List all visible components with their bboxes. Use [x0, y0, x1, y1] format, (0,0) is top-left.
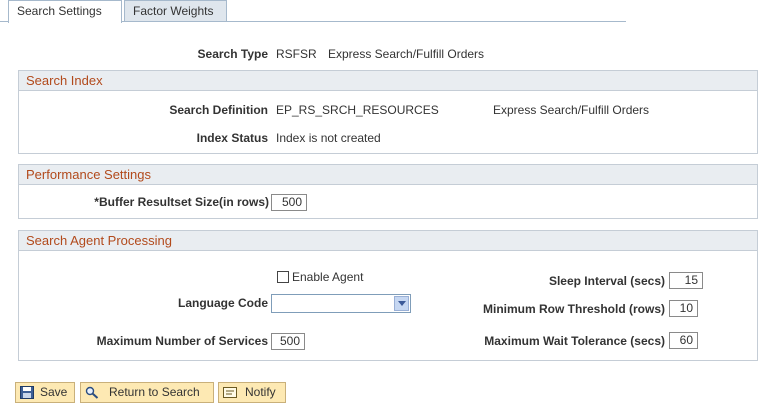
tab-factor-weights[interactable]: Factor Weights: [124, 0, 227, 22]
tab-search-settings[interactable]: Search Settings: [8, 0, 122, 23]
search-index-header: Search Index: [19, 71, 757, 91]
tab-underline-left: [0, 21, 8, 22]
tab-underline: [122, 21, 626, 22]
max-services-input[interactable]: 500: [271, 333, 305, 350]
enable-agent-checkbox[interactable]: [277, 271, 289, 283]
sleep-interval-input[interactable]: 15: [669, 272, 703, 289]
sleep-interval-label: Sleep Interval (secs): [548, 274, 665, 288]
performance-settings-group: Performance Settings: [18, 164, 758, 219]
search-type-code: RSFSR: [276, 47, 317, 61]
min-row-threshold-label: Minimum Row Threshold (rows): [483, 302, 665, 316]
return-to-search-label: Return to Search: [109, 385, 200, 399]
max-wait-tolerance-label: Maximum Wait Tolerance (secs): [484, 334, 665, 348]
index-status-value: Index is not created: [276, 131, 381, 145]
max-services-label: Maximum Number of Services: [96, 334, 268, 348]
max-wait-tolerance-input[interactable]: 60: [669, 332, 698, 349]
language-code-select[interactable]: [271, 294, 411, 313]
buffer-resultset-input[interactable]: 500: [271, 194, 307, 211]
language-code-label: Language Code: [177, 296, 268, 310]
return-to-search-button[interactable]: Return to Search: [80, 382, 214, 403]
performance-settings-header: Performance Settings: [19, 165, 757, 185]
search-type-label: Search Type: [197, 47, 268, 61]
index-status-label: Index Status: [196, 131, 268, 145]
save-button[interactable]: Save: [15, 382, 75, 403]
search-definition-description: Express Search/Fulfill Orders: [493, 103, 650, 117]
search-agent-header: Search Agent Processing: [19, 231, 757, 251]
notify-button[interactable]: Notify: [218, 382, 286, 403]
save-button-label: Save: [40, 385, 68, 399]
search-type-description: Express Search/Fulfill Orders: [328, 47, 485, 61]
tab-factor-weights-label: Factor Weights: [133, 4, 214, 18]
save-icon: [20, 386, 34, 399]
tab-search-settings-label: Search Settings: [17, 4, 102, 18]
enable-agent-label: Enable Agent: [292, 270, 364, 284]
search-definition-value: EP_RS_SRCH_RESOURCES: [276, 103, 439, 117]
min-row-threshold-input[interactable]: 10: [669, 300, 698, 317]
notify-icon: [223, 386, 237, 399]
chevron-down-icon[interactable]: [394, 296, 409, 311]
search-definition-label: Search Definition: [169, 103, 268, 117]
return-search-icon: [85, 386, 99, 399]
notify-button-label: Notify: [245, 385, 276, 399]
buffer-resultset-label: *Buffer Resultset Size(in rows): [94, 195, 269, 209]
